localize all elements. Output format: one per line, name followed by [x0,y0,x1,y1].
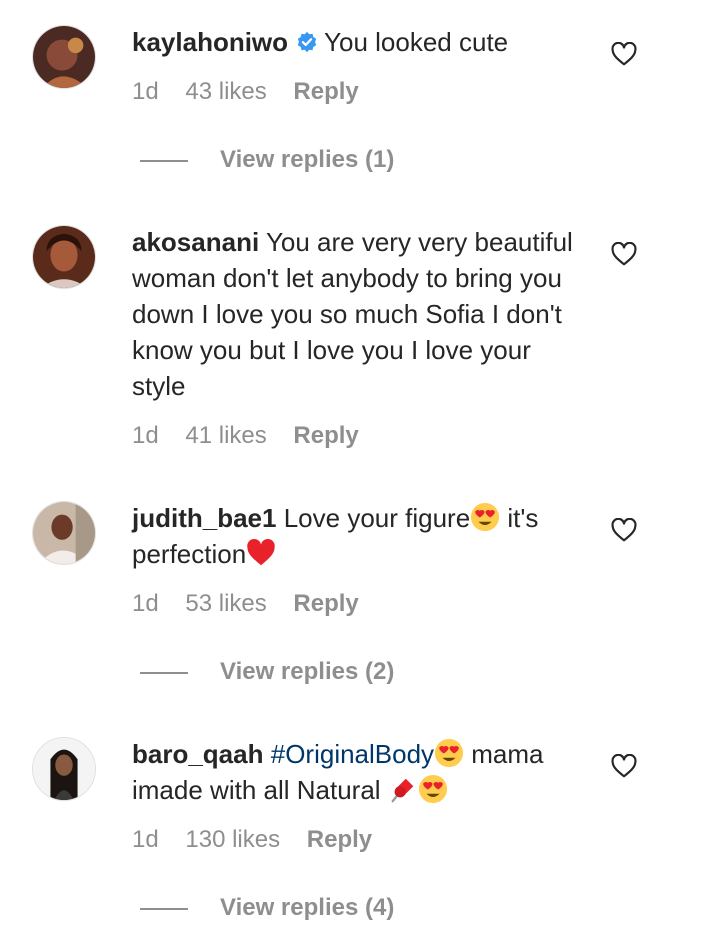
like-heart-icon[interactable] [611,242,637,266]
like-heart-icon[interactable] [611,754,637,778]
comment-text: kaylahoniwo You looked cute [132,24,577,60]
comment-meta: 1d 130 likes Reply [132,826,392,854]
comment-text: baro_qaah #OriginalBody mama imade with … [132,736,577,808]
timestamp: 1d [132,826,159,853]
view-replies-label: View replies (4) [220,894,395,921]
timestamp: 1d [132,422,159,449]
username[interactable]: kaylahoniwo [132,27,288,57]
avatar-photo-icon [33,738,95,800]
heart-eyes-emoji [470,502,500,532]
avatar[interactable] [32,225,96,289]
view-replies-button[interactable]: View replies (1) [140,146,394,174]
timestamp: 1d [132,78,159,105]
comment-meta: 1d 53 likes Reply [132,590,379,618]
reply-button[interactable]: Reply [293,78,358,105]
replies-divider-line [140,671,188,674]
avatar[interactable] [32,25,96,89]
like-heart-icon[interactable] [611,42,637,66]
comment-message-part1: Love your figure [283,503,471,533]
avatar-photo-icon [33,502,95,564]
like-heart-icon[interactable] [611,518,637,542]
likes-count[interactable]: 43 likes [185,78,266,105]
reply-button[interactable]: Reply [293,422,358,449]
avatar-photo-icon [33,26,95,88]
comment-text: judith_bae1 Love your figure it's perfec… [132,500,577,572]
likes-count[interactable]: 41 likes [185,422,266,449]
verified-badge-icon [297,31,317,53]
replies-divider-line [140,907,188,910]
replies-divider-line [140,159,188,162]
timestamp: 1d [132,590,159,617]
comment-message: You looked cute [324,27,509,57]
comment-text: akosanani You are very very beautiful wo… [132,224,577,404]
comment-meta: 1d 43 likes Reply [132,78,379,106]
view-replies-button[interactable]: View replies (4) [140,894,394,922]
avatar-photo-icon [33,226,95,288]
comment-meta: 1d 41 likes Reply [132,422,379,450]
avatar[interactable] [32,501,96,565]
username[interactable]: baro_qaah [132,739,264,769]
hashtag-link[interactable]: #OriginalBody [271,739,434,769]
likes-count[interactable]: 130 likes [185,826,280,853]
reply-button[interactable]: Reply [293,590,358,617]
avatar[interactable] [32,737,96,801]
reply-button[interactable]: Reply [307,826,372,853]
username[interactable]: akosanani [132,227,259,257]
heart-eyes-emoji [418,774,448,804]
username[interactable]: judith_bae1 [132,503,276,533]
red-heart-emoji [246,538,276,568]
view-replies-label: View replies (2) [220,658,395,685]
pushpin-emoji [388,774,418,804]
likes-count[interactable]: 53 likes [185,590,266,617]
view-replies-button[interactable]: View replies (2) [140,658,394,686]
heart-eyes-emoji [434,738,464,768]
view-replies-label: View replies (1) [220,146,395,173]
